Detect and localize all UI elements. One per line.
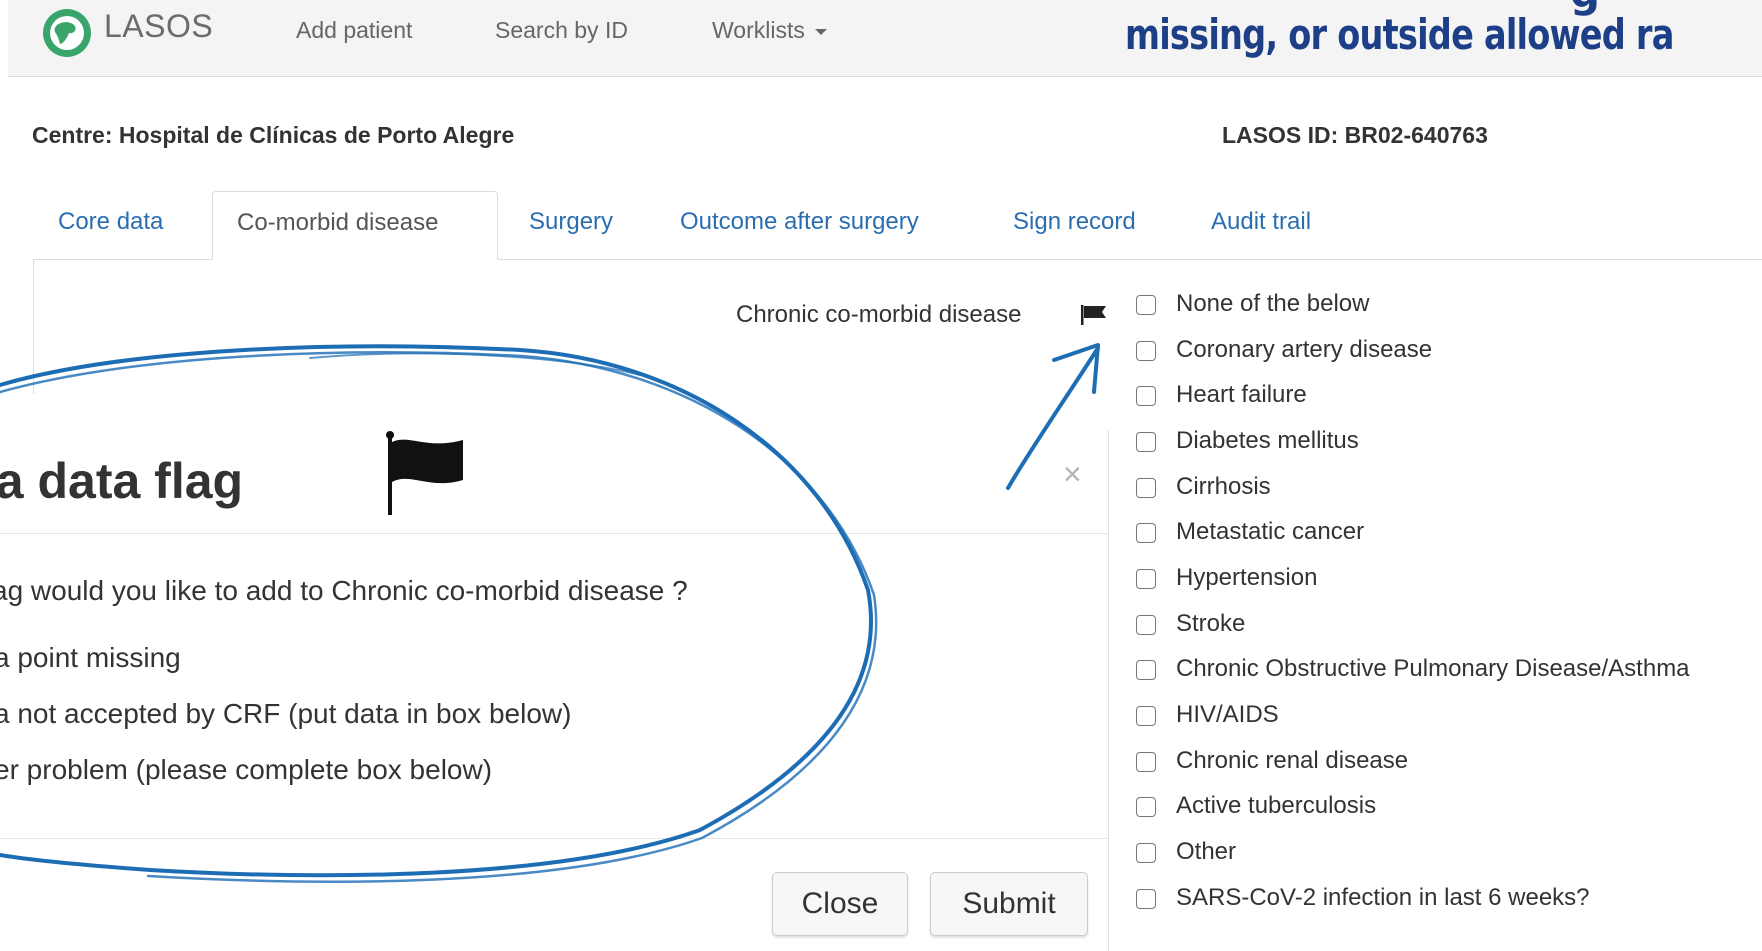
checkbox-label: Metastatic cancer bbox=[1176, 518, 1365, 545]
modal-title: l a data flag bbox=[0, 453, 244, 509]
checkbox-box[interactable] bbox=[1136, 569, 1156, 589]
flag-icon[interactable] bbox=[1080, 304, 1108, 326]
checkbox-label: Chronic renal disease bbox=[1176, 747, 1409, 774]
nav-search-by-id[interactable]: Search by ID bbox=[495, 17, 628, 44]
flag-option-point-missing[interactable]: a point missing bbox=[0, 642, 181, 674]
modal-footer-divider bbox=[0, 838, 1108, 839]
checkbox-label: None of the below bbox=[1176, 290, 1370, 317]
checkbox-box[interactable] bbox=[1136, 797, 1156, 817]
tab-outcome-after-surgery[interactable]: Outcome after surgery bbox=[680, 208, 919, 236]
checkbox-box[interactable] bbox=[1136, 752, 1156, 772]
checkbox-box[interactable] bbox=[1136, 478, 1156, 498]
annotation-headline-cut: g bbox=[1570, 0, 1600, 17]
checkbox-label: Coronary artery disease bbox=[1176, 336, 1433, 363]
panel-border bbox=[33, 259, 34, 394]
tab-co-morbid-disease-label: Co-morbid disease bbox=[237, 209, 439, 236]
add-data-flag-modal: l a data flag × ag would you like to add… bbox=[0, 430, 1109, 951]
checkbox-box[interactable] bbox=[1136, 615, 1156, 635]
field-label-chronic-comorbid: Chronic co-morbid disease bbox=[736, 301, 1022, 328]
checkbox-label: SARS-CoV-2 infection in last 6 weeks? bbox=[1176, 884, 1590, 911]
checkbox-label: Heart failure bbox=[1176, 381, 1307, 408]
checkbox-label: Cirrhosis bbox=[1176, 473, 1271, 500]
tab-co-morbid-disease[interactable]: Co-morbid disease bbox=[212, 191, 498, 260]
flag-option-other-problem[interactable]: er problem (please complete box below) bbox=[0, 754, 492, 786]
checkbox-label: HIV/AIDS bbox=[1176, 701, 1279, 728]
checkbox-label: Other bbox=[1176, 838, 1237, 865]
caret-down-icon bbox=[814, 28, 827, 35]
checkbox-box[interactable] bbox=[1136, 660, 1156, 680]
tab-surgery[interactable]: Surgery bbox=[529, 208, 613, 236]
close-button[interactable]: Close bbox=[772, 872, 908, 936]
checkbox-box[interactable] bbox=[1136, 889, 1156, 909]
submit-button[interactable]: Submit bbox=[930, 872, 1088, 936]
checkbox-box[interactable] bbox=[1136, 341, 1156, 361]
nav-worklists-label: Worklists bbox=[712, 17, 805, 43]
checkbox-box[interactable] bbox=[1136, 386, 1156, 406]
brand-name[interactable]: LASOS bbox=[104, 8, 213, 45]
close-icon[interactable]: × bbox=[1063, 458, 1082, 490]
lasos-id: LASOS ID: BR02-640763 bbox=[1222, 122, 1488, 148]
checkbox-label: Diabetes mellitus bbox=[1176, 427, 1359, 454]
checkbox-box[interactable] bbox=[1136, 843, 1156, 863]
flag-icon bbox=[386, 431, 463, 515]
tab-sign-record[interactable]: Sign record bbox=[1013, 208, 1136, 236]
checkbox-label: Chronic Obstructive Pulmonary Disease/As… bbox=[1176, 655, 1690, 682]
checkbox-label: Active tuberculosis bbox=[1176, 792, 1377, 819]
checkbox-box[interactable] bbox=[1136, 706, 1156, 726]
nav-worklists[interactable]: Worklists bbox=[712, 17, 827, 44]
checkbox-box[interactable] bbox=[1136, 523, 1156, 543]
checkbox-label: Stroke bbox=[1176, 610, 1246, 637]
flag-option-not-accepted[interactable]: a not accepted by CRF (put data in box b… bbox=[0, 698, 571, 730]
tab-audit-trail[interactable]: Audit trail bbox=[1211, 208, 1311, 236]
lasos-logo-icon[interactable] bbox=[42, 8, 92, 58]
modal-question: ag would you like to add to Chronic co-m… bbox=[0, 575, 688, 606]
checkbox-box[interactable] bbox=[1136, 432, 1156, 452]
nav-add-patient[interactable]: Add patient bbox=[296, 17, 412, 44]
modal-header-divider bbox=[0, 533, 1108, 534]
annotation-headline: missing, or outside allowed ra bbox=[1125, 10, 1674, 59]
centre-name: Centre: Hospital de Clínicas de Porto Al… bbox=[32, 122, 515, 148]
tab-core-data[interactable]: Core data bbox=[58, 208, 163, 236]
checkbox-box[interactable] bbox=[1136, 295, 1156, 315]
checkbox-label: Hypertension bbox=[1176, 564, 1318, 591]
